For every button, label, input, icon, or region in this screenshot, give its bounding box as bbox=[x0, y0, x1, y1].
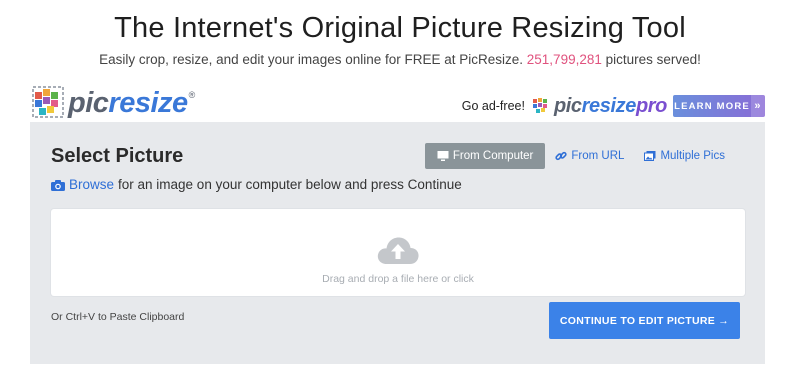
go-adfree-label: Go ad-free! bbox=[461, 99, 525, 113]
cloud-upload-icon bbox=[377, 235, 419, 265]
browse-instructions: Browse for an image on your computer bel… bbox=[51, 177, 462, 192]
logo-text-pic: pic bbox=[68, 87, 109, 119]
camera-icon bbox=[51, 179, 65, 191]
panel-title: Select Picture bbox=[51, 145, 184, 167]
page-subtitle: Easily crop, resize, and edit your image… bbox=[0, 52, 800, 67]
brand-row: picresize ® Go ad-free! picresizepro LEA… bbox=[30, 84, 765, 122]
page-title: The Internet's Original Picture Resizing… bbox=[114, 12, 686, 44]
dropzone-text: Drag and drop a file here or click bbox=[322, 273, 474, 285]
browse-link[interactable]: Browse bbox=[69, 177, 114, 192]
registered-mark: ® bbox=[188, 90, 196, 100]
subtitle-text: Easily crop, resize, and edit your image… bbox=[99, 52, 527, 67]
tab-from-url[interactable]: From URL bbox=[545, 143, 634, 169]
tab-label: From URL bbox=[571, 150, 625, 162]
monitor-icon bbox=[437, 150, 449, 162]
paste-clipboard-hint: Or Ctrl+V to Paste Clipboard bbox=[51, 311, 185, 323]
pro-logo-mark-icon bbox=[531, 96, 551, 116]
double-chevron-right-icon: » bbox=[751, 95, 765, 117]
link-icon bbox=[555, 150, 568, 162]
continue-button[interactable]: CONTINUE TO EDIT PICTURE → bbox=[549, 302, 740, 339]
file-dropzone[interactable]: Drag and drop a file here or click bbox=[51, 209, 745, 296]
images-icon bbox=[644, 150, 656, 162]
tab-from-computer[interactable]: From Computer bbox=[424, 143, 546, 169]
pro-logo-resize: resize bbox=[581, 95, 637, 117]
pro-promo: Go ad-free! picresizepro LEARN MORE » bbox=[462, 94, 765, 118]
picresize-pro-logo[interactable]: picresizepro bbox=[554, 94, 667, 118]
select-picture-panel: Select Picture From Computer From URL Mu… bbox=[30, 122, 765, 364]
subtitle-text-end: pictures served! bbox=[601, 52, 701, 67]
source-tabs: From Computer From URL Multiple Pics bbox=[424, 143, 735, 169]
browse-instructions-text: for an image on your computer below and … bbox=[118, 177, 462, 192]
pro-logo-pro: pro bbox=[635, 95, 667, 117]
logo-mark-icon bbox=[32, 86, 66, 120]
picresize-logo[interactable]: picresize ® bbox=[32, 86, 195, 120]
pro-logo-pic: pic bbox=[553, 95, 582, 117]
tab-label: Multiple Pics bbox=[660, 150, 725, 162]
learn-more-label: LEARN MORE bbox=[674, 100, 750, 112]
logo-text-resize: resize bbox=[108, 87, 188, 119]
tab-label: From Computer bbox=[452, 150, 534, 162]
tab-multiple-pics[interactable]: Multiple Pics bbox=[634, 143, 735, 169]
logo-text: picresize bbox=[68, 86, 188, 120]
pictures-served-count: 251,799,281 bbox=[526, 52, 602, 67]
learn-more-button[interactable]: LEARN MORE » bbox=[673, 95, 765, 117]
